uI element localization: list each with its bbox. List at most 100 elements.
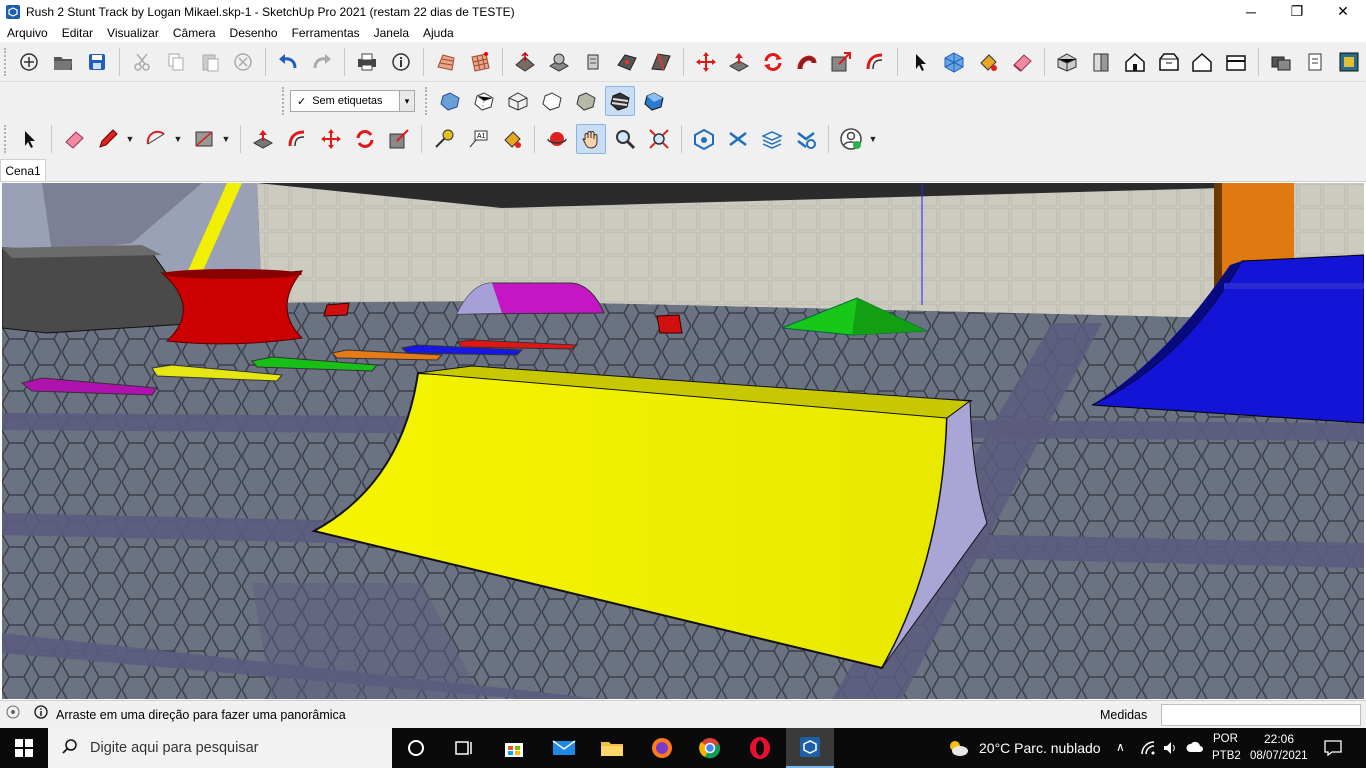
wireframe-icon[interactable] [503,86,533,116]
offset-icon[interactable] [282,124,312,154]
task-view-icon[interactable] [440,728,488,768]
share-model-icon[interactable] [723,124,753,154]
language-bottom[interactable]: PTB2 [1212,750,1241,762]
undo-icon[interactable] [273,47,303,77]
menu-editar[interactable]: Editar [55,26,100,40]
sandbox-from-scratch-icon[interactable] [465,47,495,77]
front-view-icon[interactable] [1120,47,1150,77]
volume-icon[interactable] [1162,740,1178,761]
new-file-icon[interactable] [14,47,44,77]
redo-icon[interactable] [307,47,337,77]
print-icon[interactable] [352,47,382,77]
select-arrow-icon[interactable] [905,47,935,77]
minimize-button[interactable]: ─ [1228,0,1274,23]
opera-icon[interactable] [736,728,784,768]
mail-icon[interactable] [540,728,588,768]
restore-button[interactable]: ❐ [1274,0,1320,23]
back-view-icon[interactable] [1188,47,1218,77]
arc-icon[interactable] [141,124,171,154]
geo-location-icon[interactable] [6,705,20,724]
menu-visualizar[interactable]: Visualizar [100,26,166,40]
stamp-icon[interactable] [544,47,574,77]
right-view-icon[interactable] [1154,47,1184,77]
model-info-icon[interactable] [386,47,416,77]
chevron-down-icon[interactable]: ▼ [125,124,135,154]
iso-view-icon[interactable] [1052,47,1082,77]
xray-icon[interactable] [435,86,465,116]
extension-icon[interactable] [1300,47,1330,77]
cut-icon[interactable] [127,47,157,77]
chevron-down-icon[interactable]: ▼ [221,124,231,154]
network-icon[interactable] [1140,740,1156,761]
sketchup-taskbar-icon[interactable] [786,728,834,768]
warehouse-icon[interactable] [689,124,719,154]
back-edges-icon[interactable] [469,86,499,116]
measures-input[interactable] [1161,704,1361,726]
shaded-icon[interactable] [571,86,601,116]
menu-janela[interactable]: Janela [367,26,416,40]
paint-bucket-icon[interactable] [497,124,527,154]
top-view-icon[interactable] [1086,47,1116,77]
onedrive-cloud-icon[interactable] [1186,740,1204,759]
toolbar-grip[interactable] [4,47,8,76]
flip-edge-icon[interactable] [646,47,676,77]
rotate-icon[interactable] [758,47,788,77]
smoove-icon[interactable] [510,47,540,77]
push-pull-icon[interactable] [725,47,755,77]
left-view-icon[interactable] [1221,47,1251,77]
chevron-down-icon[interactable]: ▼ [868,124,878,154]
menu-ferramentas[interactable]: Ferramentas [285,26,367,40]
orbit-icon[interactable] [542,124,572,154]
delete-icon[interactable] [229,47,259,77]
rotate-icon[interactable] [350,124,380,154]
weather-icon[interactable] [946,738,970,763]
monochrome-icon[interactable] [639,86,669,116]
extension-warehouse-icon[interactable] [1334,47,1364,77]
scale-icon[interactable] [384,124,414,154]
menu-camera[interactable]: Câmera [166,26,223,40]
toolbar-grip[interactable] [425,87,429,115]
pencil-icon[interactable] [93,124,123,154]
components-panel-icon[interactable] [1266,47,1296,77]
language-top[interactable]: POR [1213,733,1238,745]
chevron-down-icon[interactable]: ▼ [173,124,183,154]
tag-dropdown[interactable]: ✓ Sem etiquetas ▾ [290,90,415,112]
paste-icon[interactable] [195,47,225,77]
zoom-icon[interactable] [610,124,640,154]
offset-icon[interactable] [860,47,890,77]
clock-time[interactable]: 22:06 [1264,732,1294,746]
menu-arquivo[interactable]: Arquivo [0,26,55,40]
weather-text[interactable]: 20°C Parc. nublado [979,740,1101,756]
add-detail-icon[interactable] [612,47,642,77]
zoom-extents-icon[interactable] [644,124,674,154]
chevron-up-icon[interactable]: ∧ [1116,740,1125,754]
model-viewport[interactable] [2,183,1364,699]
account-icon[interactable] [836,124,866,154]
drape-icon[interactable] [578,47,608,77]
windows-start-icon[interactable] [0,728,48,768]
copy-icon[interactable] [161,47,191,77]
pan-hand-icon[interactable] [576,124,606,154]
make-component-icon[interactable] [939,47,969,77]
select-arrow-icon[interactable] [14,124,44,154]
toolbar-grip[interactable] [4,125,8,153]
cortana-icon[interactable] [392,728,440,768]
paint-bucket-icon[interactable] [973,47,1003,77]
save-icon[interactable] [82,47,112,77]
eraser-icon[interactable] [1007,47,1037,77]
store-icon[interactable] [490,728,538,768]
menu-ajuda[interactable]: Ajuda [416,26,461,40]
file-explorer-icon[interactable] [588,728,636,768]
eraser-icon[interactable] [59,124,89,154]
sandbox-from-contours-icon[interactable] [431,47,461,77]
move-icon[interactable] [316,124,346,154]
follow-me-icon[interactable] [792,47,822,77]
text-icon[interactable]: A1 [463,124,493,154]
notifications-icon[interactable] [1324,740,1342,761]
rectangle-icon[interactable] [189,124,219,154]
scene-tab-cena1[interactable]: Cena1 [0,159,46,181]
close-button[interactable]: ✕ [1320,0,1366,23]
menu-desenho[interactable]: Desenho [223,26,285,40]
layers-upload-icon[interactable] [757,124,787,154]
chevron-down-icon[interactable]: ▾ [399,91,414,111]
